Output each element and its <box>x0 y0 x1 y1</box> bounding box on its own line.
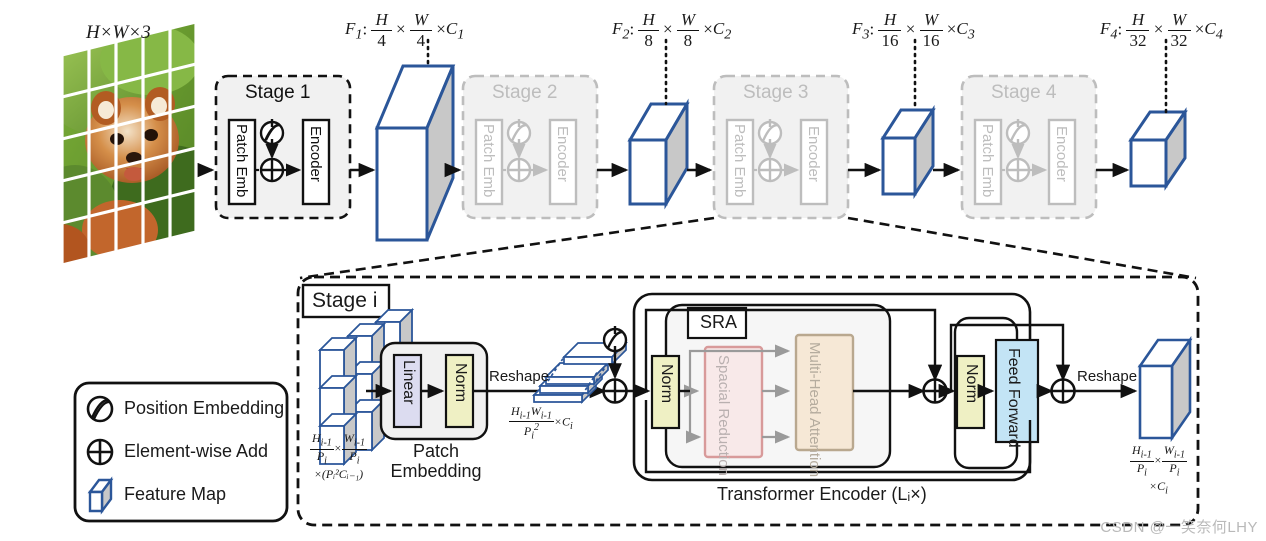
input-dim-label: H×W×3 <box>86 22 151 43</box>
stage-4-patch-emb-label: Patch Emb <box>979 124 996 198</box>
feature-map-f1 <box>374 64 456 242</box>
feature-map-f4 <box>1128 107 1188 191</box>
multi-head-attention-block[interactable] <box>794 333 855 452</box>
norm-label-2: Norm <box>963 364 980 404</box>
output-feature-map <box>1137 335 1193 443</box>
token-dim-label: Hi-1Wi-1 Pi2 ×Ci <box>509 404 573 442</box>
norm-label-patchembed: Norm <box>452 363 469 403</box>
zoom-connector-lines <box>299 216 1197 280</box>
feature-map-f3 <box>880 104 936 200</box>
stage-1-patch-emb-label: Patch Emb <box>233 124 250 198</box>
linear-label: Linear <box>400 360 417 405</box>
stage-4-encoder-label: Encoder <box>1053 126 1070 182</box>
watermark: CSDN @一笑奈何LHY <box>1100 519 1258 536</box>
legend-label-feature-map: Feature Map <box>124 484 227 504</box>
spacial-reduction-block[interactable] <box>703 345 764 459</box>
stage-3-title: Stage 3 <box>743 82 809 103</box>
stage-1-encoder-label: Encoder <box>307 126 324 182</box>
patch-stack-dim-label: Hi-1 Pi × Wi-1 Pi ×(Pᵢ²Cᵢ₋₁) <box>310 431 367 481</box>
input-image <box>60 20 198 267</box>
stage-i-title: Stage i <box>312 289 378 312</box>
feature-label-f2: F2: H 8 × W 8 ×C2 <box>612 10 732 50</box>
sra-label: SRA <box>700 312 738 332</box>
spacial-reduction-label: Spacial Reduction <box>715 355 732 476</box>
stage-2-patch-emb-label: Patch Emb <box>480 124 497 198</box>
transformer-encoder-caption: Transformer Encoder (Lᵢ×) <box>717 484 927 504</box>
output-dim-label: Hi-1 Pi × Wi-1 Pi ×Ci <box>1130 443 1187 497</box>
legend-element-wise-add-icon <box>86 438 114 466</box>
legend-label-element-wise-add: Element-wise Add <box>124 441 269 461</box>
legend-label-position-embedding: Position Embedding <box>124 398 285 418</box>
norm-label-1: Norm <box>658 364 675 404</box>
stage-2-title: Stage 2 <box>492 82 558 103</box>
stage-3-patch-emb-label: Patch Emb <box>731 124 748 198</box>
feature-label-f1: F1: H 4 × W 4 ×C1 <box>345 10 465 50</box>
feature-label-f3: F3: H 16 × W 16 ×C3 <box>852 10 975 50</box>
patch-embedding-caption: Patch Embedding <box>390 441 482 482</box>
reshape-label-right: Reshape <box>1077 368 1138 385</box>
multi-head-attention-label: Multi-Head Attention <box>806 342 823 478</box>
reshape-label-left: Reshape <box>489 368 550 385</box>
stage-1-title: Stage 1 <box>245 82 311 103</box>
stage-2-encoder-label: Encoder <box>554 126 571 182</box>
feed-forward-label: Feed Forward <box>1005 348 1022 448</box>
diagram-canvas: H×W×3 Stage 1 Stage 2 Stage 3 Stage 4 Pa… <box>0 0 1266 541</box>
legend-position-embedding-icon <box>86 395 114 423</box>
stage-3-encoder-label: Encoder <box>805 126 822 182</box>
stage-4-title: Stage 4 <box>991 82 1057 103</box>
feature-label-f4: F4: H 32 × W 32 ×C4 <box>1100 10 1223 50</box>
feature-map-f2 <box>627 98 690 210</box>
